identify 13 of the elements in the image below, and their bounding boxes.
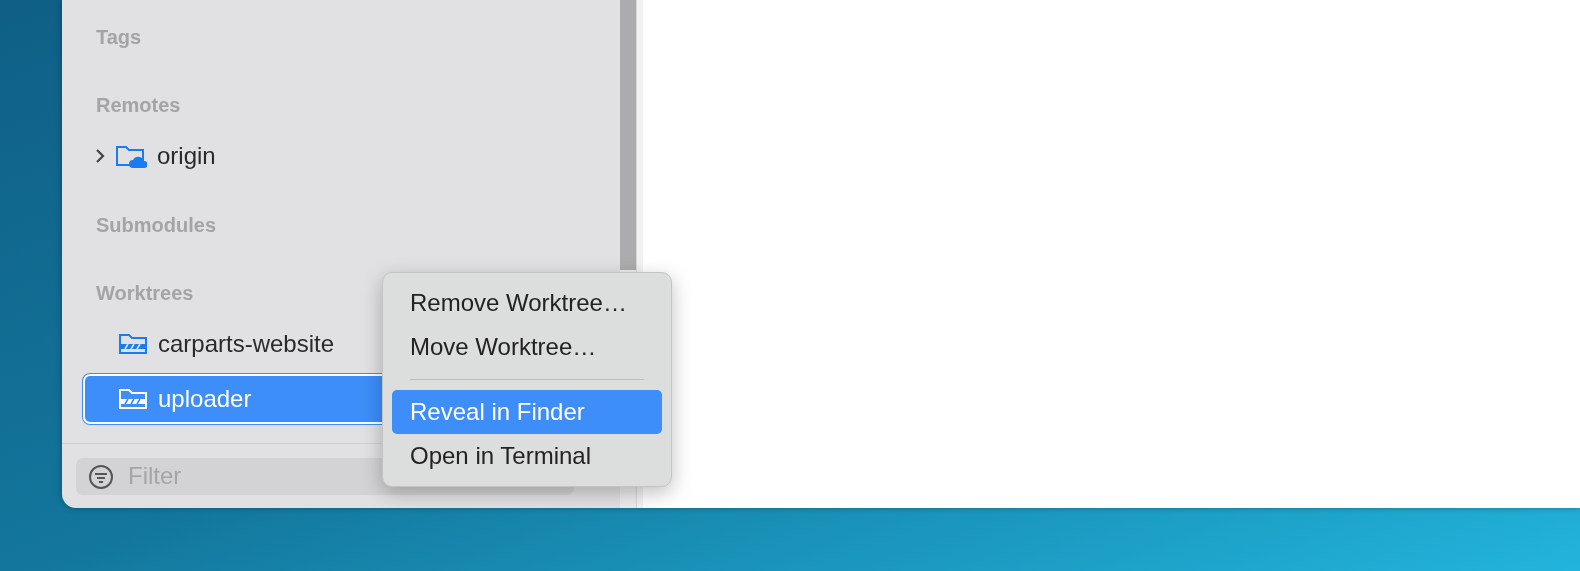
cloud-folder-icon: [115, 143, 147, 169]
striped-folder-icon: [118, 387, 148, 411]
sidebar-item[interactable]: origin: [80, 130, 620, 182]
striped-folder-icon: [118, 332, 148, 356]
filter-icon: [88, 463, 114, 490]
menu-item[interactable]: Move Worktree…: [392, 325, 662, 369]
section-header: Worktrees: [95, 280, 194, 306]
chevron-icon[interactable]: [93, 147, 107, 165]
scrollbar-thumb[interactable]: [620, 0, 636, 270]
menu-item[interactable]: Remove Worktree…: [392, 281, 662, 325]
section-header: Remotes: [95, 92, 181, 118]
section-header: Tags: [95, 24, 142, 50]
section-header: Submodules: [95, 212, 216, 238]
